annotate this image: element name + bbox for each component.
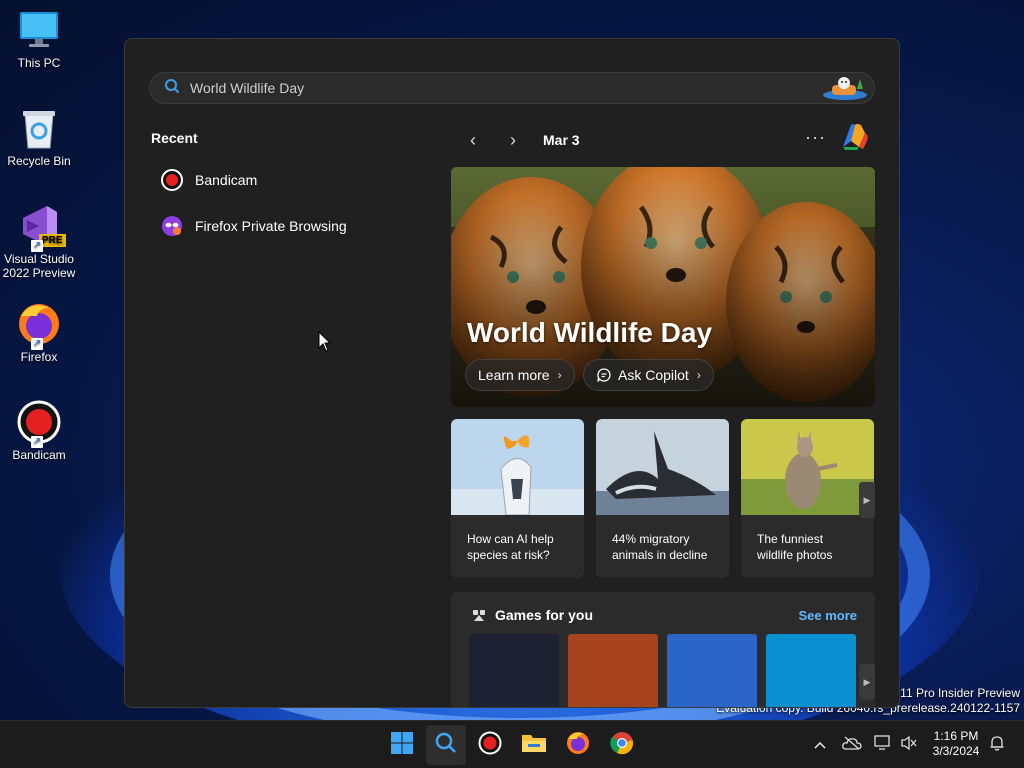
ask-copilot-label: Ask Copilot [618,367,689,383]
onedrive-status-button[interactable] [840,721,864,768]
games-heading-label: Games for you [495,607,594,623]
hero-title: World Wildlife Day [467,317,713,348]
highlights-nav: ‹ › Mar 3 [461,128,580,152]
desktop-icon-firefox[interactable]: ↗ Firefox [1,302,77,364]
chevron-right-icon: › [696,368,701,382]
bandicam-icon [478,731,502,760]
recycle-bin-icon [17,106,61,150]
shortcut-arrow-icon: ↗ [31,338,43,350]
watermark-line1: s 11 Pro Insider Preview [890,686,1020,700]
visual-studio-icon: PRE ↗ [17,204,66,252]
desktop-icon-bandicam[interactable]: ↗ Bandicam [1,400,77,462]
bell-icon [989,735,1005,756]
cards-scroll-right-icon[interactable]: ▶ [859,482,875,518]
ask-copilot-button[interactable]: Ask Copilot › [583,359,714,391]
start-icon [390,731,414,760]
learn-more-button[interactable]: Learn more › [465,359,575,391]
game-tile-4[interactable] [766,634,856,707]
file-explorer-icon [521,732,547,759]
chevron-right-icon: › [557,368,562,382]
search-icon [164,78,180,99]
card-text: 44% migratory animals in decline [612,532,708,562]
taskbar-firefox-button[interactable] [558,725,598,765]
start-button[interactable] [382,725,422,765]
chat-bubble-icon [596,367,612,383]
recent-item-bandicam[interactable]: Bandicam [151,163,401,197]
see-more-link[interactable]: See more [798,608,857,623]
chevron-left-icon[interactable]: ‹ [461,128,485,152]
game-tile-1[interactable] [469,634,559,707]
taskbar-bandicam-button[interactable] [470,725,510,765]
recent-item-firefox-private[interactable]: Firefox Private Browsing [151,209,401,243]
bandicam-icon [161,169,183,191]
kangaroo-image [741,419,874,515]
card-migratory-animals[interactable]: 44% migratory animals in decline [596,419,729,578]
monitor-icon [17,8,61,52]
shortcut-arrow-icon: ↗ [31,436,43,448]
chevron-up-icon [814,736,826,754]
mouse-cursor-icon [318,330,332,358]
desktop-icon-recycle-bin[interactable]: Recycle Bin [1,106,77,168]
desktop-icon-label: This PC [17,56,61,70]
highlights-date: Mar 3 [543,132,580,148]
games-heading: Games for you [471,607,593,623]
chevron-right-icon[interactable]: › [501,128,525,152]
card-text: The funniest wildlife photos [757,532,833,562]
learn-more-label: Learn more [478,367,550,383]
notifications-button[interactable] [986,721,1008,768]
show-hidden-icons-button[interactable] [810,721,830,768]
desktop-icon-label: Recycle Bin [7,154,71,168]
firefox-private-icon [161,215,183,237]
cloud-offline-icon [842,736,862,755]
copilot-icon[interactable] [839,121,871,151]
taskbar-chrome-button[interactable] [602,725,642,765]
desktop-icon-this-pc[interactable]: This PC [1,8,77,70]
network-button[interactable] [872,721,894,768]
network-icon [874,734,892,756]
search-icon [434,731,458,760]
desktop-icon-label: Bandicam [12,448,66,462]
desktop-icon-label: Firefox [20,350,58,364]
games-section: Games for you See more ▶ [451,592,875,707]
card-funniest-photos[interactable]: The funniest wildlife photos [741,419,874,578]
search-box[interactable] [149,72,875,104]
more-options-icon[interactable]: ··· [805,127,826,148]
shortcut-arrow-icon: ↗ [31,240,43,252]
wildlife-search-highlight-icon[interactable] [820,75,870,103]
desktop-icon-visual-studio[interactable]: PRE ↗ Visual Studio 2022 Preview [1,204,77,280]
volume-muted-icon [900,735,918,756]
firefox-icon [566,731,590,760]
taskbar-search-button[interactable] [426,725,466,765]
taskbar: 1:16 PM 3/3/2024 [0,720,1024,768]
search-panel: Recent Bandicam Firefox Private Browsing… [124,38,900,708]
system-clock[interactable]: 1:16 PM 3/3/2024 [926,729,986,759]
volume-button[interactable] [898,721,920,768]
firefox-icon: ↗ [17,302,61,350]
hero-card[interactable]: World Wildlife Day Learn more › Ask Copi… [451,167,875,407]
whale-image [596,419,729,515]
clock-date: 3/3/2024 [932,744,980,758]
chrome-icon [610,731,634,760]
recent-item-label: Firefox Private Browsing [195,218,347,234]
game-tile-3[interactable] [667,634,757,707]
game-icon [471,607,487,623]
recent-item-label: Bandicam [195,172,258,188]
clock-time: 1:16 PM [933,729,979,743]
desktop-icon-label: Visual Studio 2022 Preview [2,252,76,280]
recent-heading: Recent [151,130,198,146]
bandicam-icon: ↗ [17,400,61,448]
taskbar-file-explorer-button[interactable] [514,725,554,765]
search-input[interactable] [190,80,790,96]
card-text: How can AI help species at risk? [467,532,554,562]
game-tile-2[interactable] [568,634,658,707]
butterfly-statue-image [451,419,584,515]
card-ai-species[interactable]: How can AI help species at risk? [451,419,584,578]
games-scroll-right-icon[interactable]: ▶ [859,664,875,700]
